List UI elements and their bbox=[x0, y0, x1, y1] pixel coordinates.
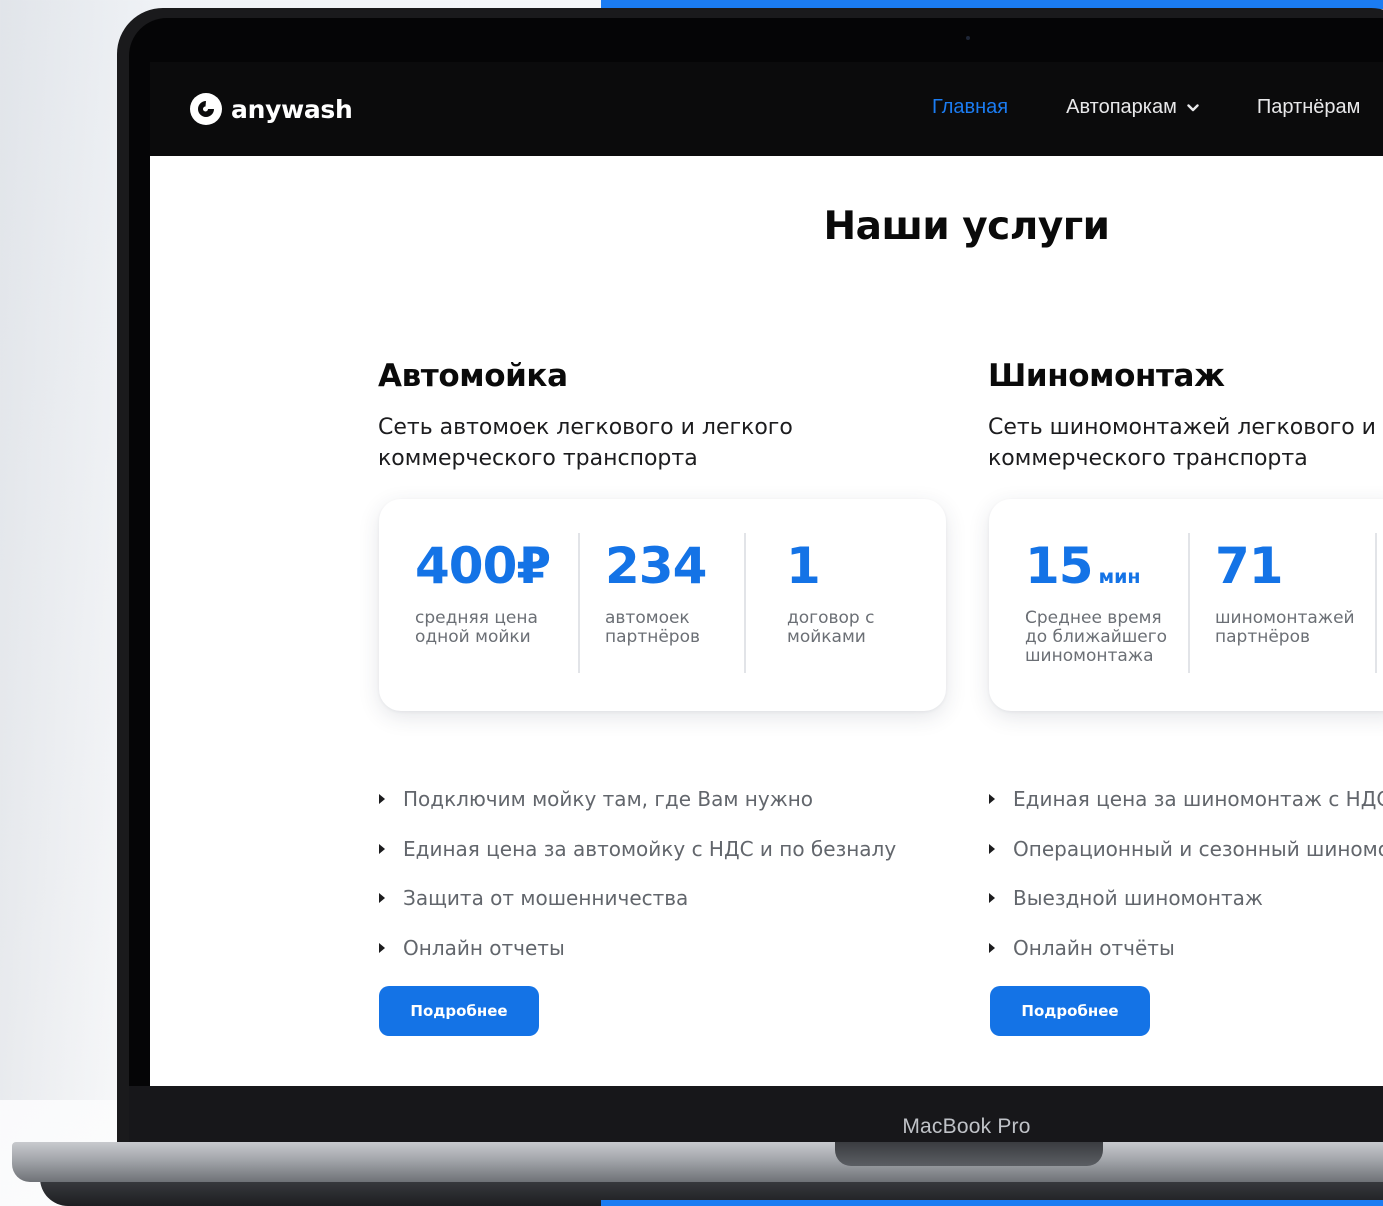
stat-number: 15 bbox=[1025, 537, 1094, 595]
stat-value-partner-washes: 234 bbox=[605, 537, 707, 595]
list-item-text: Онлайн отчёты bbox=[1013, 935, 1175, 960]
stat-divider bbox=[1375, 533, 1377, 673]
nav-item-fleets[interactable]: Автопаркам bbox=[1066, 96, 1199, 119]
stat-divider bbox=[744, 533, 746, 673]
list-item: Выездной шиномонтаж bbox=[989, 886, 1383, 936]
stat-label-line: шиномонтажей bbox=[1215, 608, 1355, 628]
laptop-base bbox=[12, 1142, 1383, 1182]
service-description: Сеть автомоек легкового и легкого коммер… bbox=[378, 412, 998, 474]
stat-value-avg-price: 400₽ bbox=[415, 537, 551, 595]
stats-card-car-wash: 400₽ средняя цена одной мойки 234 автомо… bbox=[379, 499, 946, 711]
more-button-tire-fitting[interactable]: Подробнее bbox=[990, 986, 1150, 1036]
benefits-list-tire-fitting: Единая цена за шиномонтаж с НДС и Операц… bbox=[989, 787, 1383, 985]
stats-card-tire-fitting: 15 мин Среднее время до ближайшего шиномо… bbox=[989, 499, 1383, 711]
list-item-text: Операционный и сезонный шиномон bbox=[1013, 836, 1383, 861]
nav-item-label: Партнёрам bbox=[1256, 96, 1361, 118]
logo-wordmark: anywash bbox=[231, 94, 353, 124]
stat-label-avg-time: Среднее время до ближайшего шиномонтажа bbox=[1025, 609, 1185, 666]
list-item-text: Единая цена за автомойку с НДС и по безн… bbox=[403, 836, 897, 861]
nav-item-label: Автопаркам bbox=[1066, 96, 1177, 118]
service-title: Шиномонтаж bbox=[988, 358, 1225, 394]
nav-item-partners[interactable]: Партнёрам bbox=[1257, 96, 1361, 119]
list-item-text: Выездной шиномонтаж bbox=[1013, 886, 1263, 910]
service-description-line: Сеть автомоек легкового и легкого bbox=[378, 415, 793, 440]
bullet-triangle-icon bbox=[989, 794, 995, 804]
list-item-text: Защита от мошенничества bbox=[403, 886, 689, 910]
stat-label-line: договор с bbox=[787, 608, 875, 628]
stat-label-line: одной мойки bbox=[415, 627, 531, 647]
list-item: Онлайн отчеты bbox=[379, 936, 896, 986]
bullet-triangle-icon bbox=[379, 893, 385, 903]
bullet-triangle-icon bbox=[989, 942, 995, 953]
chevron-down-icon bbox=[1187, 103, 1199, 111]
list-item: Единая цена за шиномонтаж с НДС и bbox=[989, 787, 1383, 837]
list-item: Защита от мошенничества bbox=[379, 886, 896, 936]
site-logo[interactable]: anywash bbox=[189, 92, 353, 126]
service-car-wash: Автомойка Сеть автомоек легкового и легк… bbox=[378, 358, 998, 474]
list-item: Операционный и сезонный шиномон bbox=[989, 837, 1383, 887]
nav-item-label: Главная bbox=[932, 96, 1009, 118]
stat-value-contracts: 1 bbox=[786, 537, 821, 595]
stat-value-avg-time: 15 мин bbox=[1025, 537, 1141, 595]
service-description-line: Сеть шиномонтажей легкового и bbox=[988, 415, 1376, 440]
bullet-triangle-icon bbox=[379, 843, 385, 854]
stat-label-partner-shops: шиномонтажей партнёров bbox=[1215, 609, 1375, 647]
laptop-screen: anywash Главная Автопаркам Партнёрам Наш… bbox=[150, 62, 1383, 1086]
bullet-triangle-icon bbox=[379, 942, 385, 953]
service-description-line: коммерческого транспорта bbox=[988, 446, 1308, 471]
service-description: Сеть шиномонтажей легкового и коммерческ… bbox=[988, 412, 1383, 474]
swirl-logo-icon bbox=[190, 93, 222, 125]
stat-label-avg-price: средняя цена одной мойки bbox=[415, 609, 575, 647]
stat-label-line: партнёров bbox=[1215, 627, 1311, 647]
list-item: Онлайн отчёты bbox=[989, 936, 1383, 986]
stat-label-contracts: договор с мойками bbox=[787, 609, 947, 647]
page-title: Наши услуги bbox=[823, 204, 1110, 249]
stat-label-line: партнёров bbox=[605, 627, 701, 647]
service-tire-fitting: Шиномонтаж Сеть шиномонтажей легкового и… bbox=[988, 358, 1383, 474]
stat-label-line: автомоек bbox=[605, 608, 690, 628]
bullet-triangle-icon bbox=[989, 843, 995, 854]
service-title: Автомойка bbox=[378, 358, 568, 394]
stat-value-partner-shops: 71 bbox=[1215, 537, 1284, 595]
main-nav: Главная Автопаркам Партнёрам bbox=[932, 96, 1383, 119]
site-header: anywash Главная Автопаркам Партнёрам bbox=[150, 62, 1383, 156]
stat-label-line: средняя цена bbox=[415, 608, 538, 628]
stat-label-line: мойками bbox=[787, 627, 866, 647]
list-item-text: Подключим мойку там, где Вам нужно bbox=[403, 787, 814, 811]
bullet-triangle-icon bbox=[989, 893, 995, 903]
stat-divider bbox=[1188, 533, 1190, 673]
stat-label-line: шиномонтажа bbox=[1025, 646, 1154, 666]
bottom-accent-strip bbox=[601, 1200, 1383, 1206]
service-description-line: коммерческого транспорта bbox=[378, 446, 698, 471]
bullet-triangle-icon bbox=[379, 794, 385, 804]
nav-item-home[interactable]: Главная bbox=[932, 96, 1008, 119]
stat-unit: мин bbox=[1098, 566, 1141, 588]
list-item-text: Онлайн отчеты bbox=[403, 935, 565, 960]
device-label: MacBook Pro bbox=[902, 1115, 1031, 1138]
stat-label-line: до ближайшего bbox=[1025, 627, 1168, 647]
list-item: Подключим мойку там, где Вам нужно bbox=[379, 787, 896, 837]
benefits-list-car-wash: Подключим мойку там, где Вам нужно Едина… bbox=[379, 787, 896, 985]
more-button-car-wash[interactable]: Подробнее bbox=[379, 986, 539, 1036]
stat-label-partner-washes: автомоек партнёров bbox=[605, 609, 765, 647]
camera-icon bbox=[966, 36, 970, 40]
stat-label-line: Среднее время bbox=[1025, 608, 1162, 628]
stat-divider bbox=[578, 533, 580, 673]
laptop-notch bbox=[835, 1142, 1103, 1166]
list-item: Единая цена за автомойку с НДС и по безн… bbox=[379, 837, 896, 887]
list-item-text: Единая цена за шиномонтаж с НДС и bbox=[1013, 787, 1383, 811]
